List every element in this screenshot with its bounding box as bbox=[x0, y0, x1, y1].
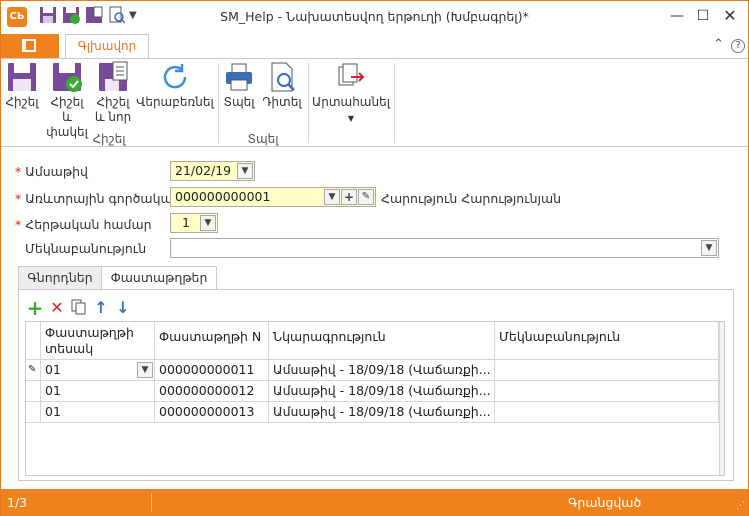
required-marker: * bbox=[15, 217, 22, 232]
document-state: Գրանցված bbox=[568, 495, 642, 510]
employee-name: Հարություն Հարությունյան bbox=[381, 191, 562, 206]
save-new-label-1: Հիշել bbox=[96, 95, 130, 109]
table-cell-comment[interactable] bbox=[495, 381, 719, 402]
comment-dropdown-icon[interactable]: ▼ bbox=[701, 240, 717, 256]
group-separator bbox=[218, 63, 219, 143]
save-close-large-icon bbox=[53, 63, 82, 92]
row-indicator bbox=[26, 402, 41, 423]
row-indicator-header bbox=[26, 322, 41, 360]
save-new-large-icon bbox=[99, 61, 128, 91]
employee-edit-icon[interactable]: ✎ bbox=[358, 189, 374, 205]
add-row-icon[interactable]: + bbox=[26, 298, 44, 318]
export-dropdown-icon[interactable]: ▼ bbox=[348, 114, 354, 123]
move-down-icon[interactable]: ↓ bbox=[114, 299, 132, 317]
table-cell-comment[interactable] bbox=[495, 402, 719, 423]
comment-label: Մեկնաբանություն bbox=[25, 241, 147, 256]
print-button[interactable]: Տպել bbox=[221, 59, 257, 110]
tab-home[interactable]: Գլխավոր bbox=[65, 34, 149, 59]
export-button[interactable]: Արտահանել ▼ bbox=[311, 59, 391, 126]
resize-grip-icon[interactable]: ⋰ bbox=[736, 501, 745, 511]
required-marker: * bbox=[15, 164, 22, 179]
move-up-icon[interactable]: ↑ bbox=[92, 299, 110, 317]
export-icon bbox=[338, 63, 365, 86]
documents-grid: Փաստաթղթի տեսակ Փաստաթղթի N Նկարագրությու… bbox=[25, 321, 725, 476]
window-title: SM_Help - Նախատեսվող երթուղի (Խմբագրել)* bbox=[220, 9, 529, 24]
tab-documents[interactable]: Փաստաթղթեր bbox=[101, 266, 217, 291]
table-cell-description[interactable]: Ամսաթիվ - 18/09/18 (Վաճառքի... bbox=[269, 402, 495, 423]
export-label: Արտահանել bbox=[312, 95, 390, 109]
date-dropdown-icon[interactable]: ▼ bbox=[237, 163, 253, 179]
maximize-icon[interactable]: ☐ bbox=[690, 5, 716, 27]
number-dropdown-icon[interactable]: ▼ bbox=[200, 215, 216, 231]
refresh-button[interactable]: Վերաբեռնել bbox=[135, 59, 215, 110]
save-close-button[interactable]: Հիշել և փակել bbox=[44, 59, 90, 140]
editor-window: CЬ ▼ SM_Help - Նախատեսվող երթուղի (Խմբագ… bbox=[0, 0, 749, 516]
column-header-type[interactable]: Փաստաթղթի տեսակ bbox=[41, 322, 155, 360]
print-preview-icon bbox=[271, 62, 295, 92]
group-save-label: Հիշել bbox=[92, 132, 126, 146]
employee-value: 000000000001 bbox=[175, 189, 271, 204]
close-icon[interactable]: ✕ bbox=[717, 5, 743, 27]
delete-row-icon[interactable]: ✕ bbox=[48, 299, 66, 317]
comment-field[interactable] bbox=[170, 238, 719, 258]
column-header-comment[interactable]: Մեկնաբանություն bbox=[495, 322, 719, 360]
date-value: 21/02/19 bbox=[175, 163, 232, 178]
save-close-label-1: Հիշել և bbox=[50, 95, 84, 124]
group-separator bbox=[308, 63, 309, 143]
ribbon-panel: Հիշել Հիշել և փակել Հիշել և նոր Վերաբեռն… bbox=[1, 58, 748, 147]
group-separator bbox=[394, 63, 395, 143]
number-value: 1 bbox=[182, 215, 190, 230]
minimize-icon[interactable]: — bbox=[664, 5, 690, 27]
row-edit-indicator-icon: ✎ bbox=[26, 360, 41, 381]
column-header-number[interactable]: Փաստաթղթի N bbox=[155, 322, 269, 360]
preview-button[interactable]: Դիտել bbox=[259, 59, 305, 110]
save-large-icon bbox=[8, 63, 36, 91]
table-cell-type[interactable]: 01 bbox=[41, 402, 155, 423]
type-dropdown-icon[interactable]: ▼ bbox=[137, 362, 153, 378]
print-label: Տպել bbox=[223, 95, 255, 109]
ribbon-tab-bar: Գլխավոր ⌃ ? bbox=[1, 32, 748, 59]
column-header-description[interactable]: Նկարագրություն bbox=[269, 322, 495, 360]
file-menu-icon bbox=[22, 39, 36, 52]
table-cell-comment[interactable] bbox=[495, 360, 719, 381]
group-print-label: Տպել bbox=[247, 132, 279, 146]
collapse-ribbon-icon[interactable]: ⌃ bbox=[713, 37, 724, 52]
preview-label: Դիտել bbox=[262, 95, 302, 109]
table-cell-number[interactable]: 000000000013 bbox=[155, 402, 269, 423]
copy-row-icon[interactable] bbox=[70, 299, 88, 317]
table-cell-number[interactable]: 000000000012 bbox=[155, 381, 269, 402]
employee-dropdown-icon[interactable]: ▼ bbox=[324, 189, 340, 205]
employee-label: * Առևտրային գործակալ bbox=[15, 191, 177, 206]
tab-customers[interactable]: Գնորդներ bbox=[18, 266, 102, 290]
help-icon[interactable]: ? bbox=[731, 39, 745, 53]
required-marker: * bbox=[15, 191, 22, 206]
save-new-label-2: և նոր bbox=[94, 110, 132, 124]
status-divider bbox=[151, 493, 152, 512]
save-button[interactable]: Հիշել bbox=[3, 59, 41, 110]
employee-add-icon[interactable]: + bbox=[341, 189, 357, 205]
status-bar: 1/3 Գրանցված ⋰ bbox=[1, 489, 748, 516]
refresh-label: Վերաբեռնել bbox=[136, 95, 214, 109]
print-icon bbox=[226, 63, 252, 91]
grid-scrollbar[interactable] bbox=[719, 322, 724, 475]
row-indicator bbox=[26, 381, 41, 402]
table-cell-description[interactable]: Ամսաթիվ - 18/09/18 (Վաճառքի... bbox=[269, 360, 495, 381]
save-new-button[interactable]: Հիշել և նոր bbox=[93, 59, 133, 125]
table-cell-description[interactable]: Ամսաթիվ - 18/09/18 (Վաճառքի... bbox=[269, 381, 495, 402]
table-cell-number[interactable]: 000000000011 bbox=[155, 360, 269, 381]
file-menu-button[interactable] bbox=[1, 34, 59, 58]
save-button-label: Հիշել bbox=[5, 95, 39, 109]
number-label: * Հերթական համար bbox=[15, 217, 152, 232]
table-cell-type[interactable]: 01 bbox=[41, 381, 155, 402]
record-position: 1/3 bbox=[7, 495, 28, 510]
date-label: * Ամսաթիվ bbox=[15, 164, 88, 179]
title-bar: CЬ ▼ SM_Help - Նախատեսվող երթուղի (Խմբագ… bbox=[1, 1, 748, 32]
refresh-icon bbox=[163, 64, 187, 89]
